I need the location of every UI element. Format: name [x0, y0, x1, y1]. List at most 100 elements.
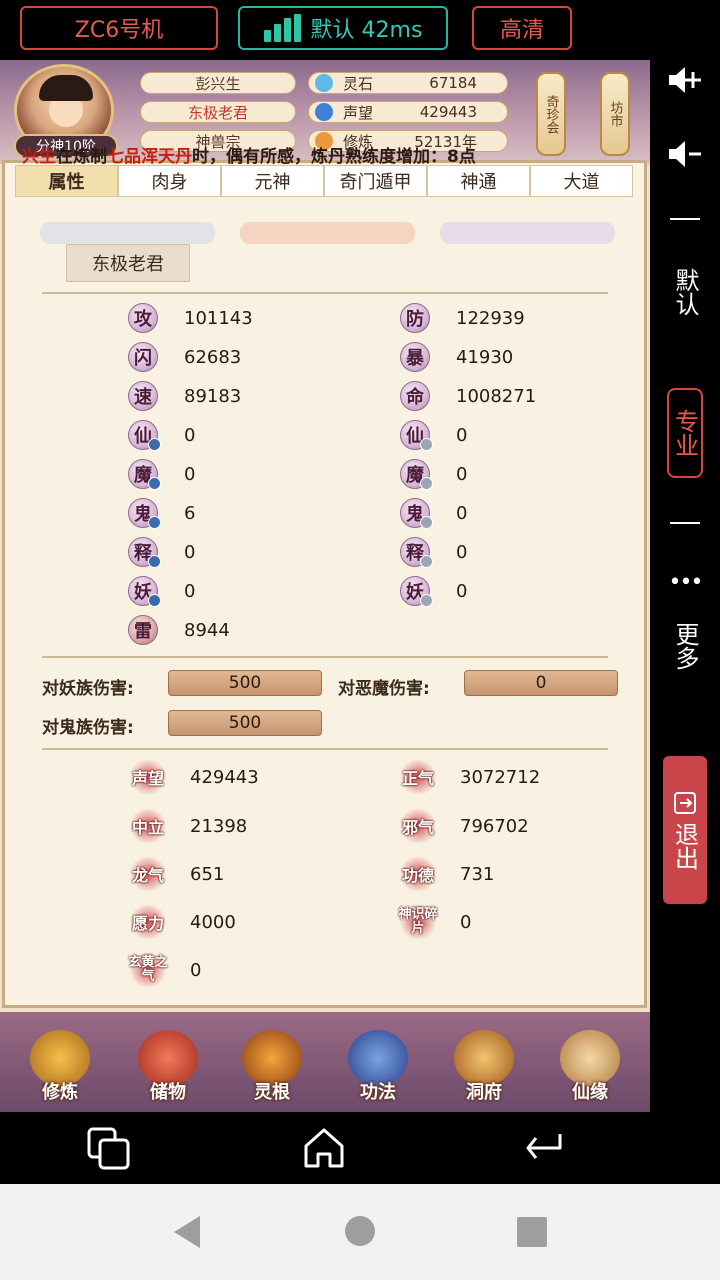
merit-icon: 功德 [398, 857, 438, 891]
emulator-nav-bar [0, 1112, 720, 1184]
side-divider [650, 522, 720, 526]
damage-value: 500 [168, 710, 322, 736]
stat-buddha-def: 释0 [400, 536, 467, 568]
wish-power-icon: 愿力 [128, 905, 168, 939]
more-label: 更多 [671, 622, 699, 670]
stat-value: 41930 [456, 346, 514, 368]
exit-button[interactable]: 退出 [650, 756, 720, 904]
device-button[interactable]: ZC6号机 [20, 6, 218, 50]
divider [42, 748, 608, 750]
res-value: 3072712 [460, 766, 541, 788]
tab-body[interactable]: 肉身 [118, 165, 221, 197]
res-value: 429443 [190, 766, 259, 788]
stat-yao-def: 妖0 [400, 575, 467, 607]
yao-icon: 妖 [128, 576, 161, 607]
side-control-bar: 默认 专业 ••• 更多 退出 [650, 60, 720, 1112]
notice-name: 兴生 [22, 147, 56, 167]
stat-attack: 攻 101143 [128, 302, 253, 334]
stat-value: 89183 [184, 385, 242, 407]
divider [42, 656, 608, 658]
stat-defense: 防 122939 [400, 302, 525, 334]
res-wish-power: 愿力 4000 [128, 905, 236, 939]
resource-value: 67184 [429, 74, 477, 92]
technique-button[interactable]: 功法 [334, 1020, 422, 1108]
dragon-qi-icon: 龙气 [128, 857, 168, 891]
yao-icon: 妖 [400, 576, 433, 607]
divider [42, 292, 608, 294]
network-button[interactable]: 默认 42ms [238, 6, 448, 50]
critical-icon: 暴 [400, 342, 430, 372]
stat-value: 1008271 [456, 385, 537, 407]
res-value: 21398 [190, 815, 248, 837]
top-status-bar: ZC6号机 默认 42ms 高清 [0, 0, 720, 60]
stat-value: 62683 [184, 346, 242, 368]
ghost-icon: 鬼 [128, 498, 161, 529]
treasure-shop-button[interactable]: 奇珍会 [536, 72, 566, 156]
attack-marker-icon [148, 555, 161, 568]
cultivate-button[interactable]: 修炼 [16, 1020, 104, 1108]
notice-ticker: 兴生在炼制七品浑天丹时，偶有所感，炼丹熟练度增加：8点 [22, 142, 476, 167]
ghost-tab-divine-rank [240, 222, 415, 244]
attack-marker-icon [148, 516, 161, 529]
stat-value: 0 [456, 580, 468, 602]
damage-label: 对鬼族伤害: [42, 718, 134, 738]
resource-label: 灵石 [343, 74, 374, 93]
evil-qi-icon: 邪气 [398, 809, 438, 843]
volume-down-icon [669, 141, 701, 167]
market-button[interactable]: 坊市 [600, 72, 630, 156]
back-icon[interactable] [520, 1128, 566, 1168]
home-icon[interactable] [300, 1124, 348, 1172]
player-title: 东极老君 [140, 101, 296, 123]
demon-icon: 魔 [128, 459, 161, 490]
fate-button[interactable]: 仙缘 [546, 1020, 634, 1108]
device-label: ZC6号机 [74, 18, 164, 43]
demon-icon: 魔 [400, 459, 433, 490]
buddha-icon: 释 [400, 537, 433, 568]
ghost-icon: 鬼 [400, 498, 433, 529]
stat-immortal-atk: 仙0 [128, 419, 195, 451]
immortal-icon: 仙 [400, 420, 433, 451]
ghost-tab-chaos [440, 222, 615, 244]
resource-spirit-stone: 灵石 67184 [308, 72, 508, 94]
default-mode-button[interactable]: 默认 [650, 268, 720, 327]
spirit-root-button[interactable]: 灵根 [228, 1020, 316, 1108]
res-xuanhuang-qi: 玄黄之气 0 [128, 953, 201, 987]
resource-prestige: 声望 429443 [308, 101, 508, 123]
attack-icon: 攻 [128, 303, 158, 333]
multitask-icon[interactable] [86, 1126, 132, 1172]
righteous-qi-icon: 正气 [398, 760, 438, 794]
pro-mode-button[interactable]: 专业 [650, 388, 720, 480]
ghost-tab-office [40, 222, 215, 244]
damage-label: 对妖族伤害: [42, 679, 134, 699]
res-value: 4000 [190, 911, 236, 933]
spirit-stone-icon [315, 74, 333, 92]
res-merit: 功德 731 [398, 857, 494, 891]
res-value: 651 [190, 863, 225, 885]
system-recents-icon[interactable] [516, 1216, 548, 1248]
side-divider [650, 218, 720, 222]
volume-up-button[interactable] [650, 60, 720, 100]
system-back-icon[interactable] [170, 1214, 204, 1250]
tab-dao[interactable]: 大道 [530, 165, 633, 197]
system-home-icon[interactable] [344, 1215, 376, 1247]
tab-attributes[interactable]: 属性 [15, 165, 118, 197]
tab-powers[interactable]: 神通 [427, 165, 530, 197]
tab-qimen[interactable]: 奇门遁甲 [324, 165, 427, 197]
quality-button[interactable]: 高清 [472, 6, 572, 50]
cave-button[interactable]: 洞府 [440, 1020, 528, 1108]
stat-value: 0 [184, 580, 196, 602]
notice-rest: 时，偶有所感，炼丹熟练度增加：8点 [192, 147, 476, 167]
damage-value: 500 [168, 670, 322, 696]
storage-button[interactable]: 储物 [124, 1020, 212, 1108]
res-value: 0 [460, 911, 472, 933]
volume-down-button[interactable] [650, 136, 720, 176]
more-button[interactable]: 更多 [650, 622, 720, 681]
tab-bar: 属性 肉身 元神 奇门遁甲 神通 大道 [15, 165, 645, 197]
title-badge[interactable]: 东极老君 [66, 244, 190, 282]
stat-value: 8944 [184, 619, 230, 641]
tab-spirit[interactable]: 元神 [221, 165, 324, 197]
pro-mode-label: 专业 [670, 409, 699, 457]
stat-value: 0 [184, 541, 196, 563]
storage-label: 储物 [150, 1082, 186, 1103]
defense-icon: 防 [400, 303, 430, 333]
